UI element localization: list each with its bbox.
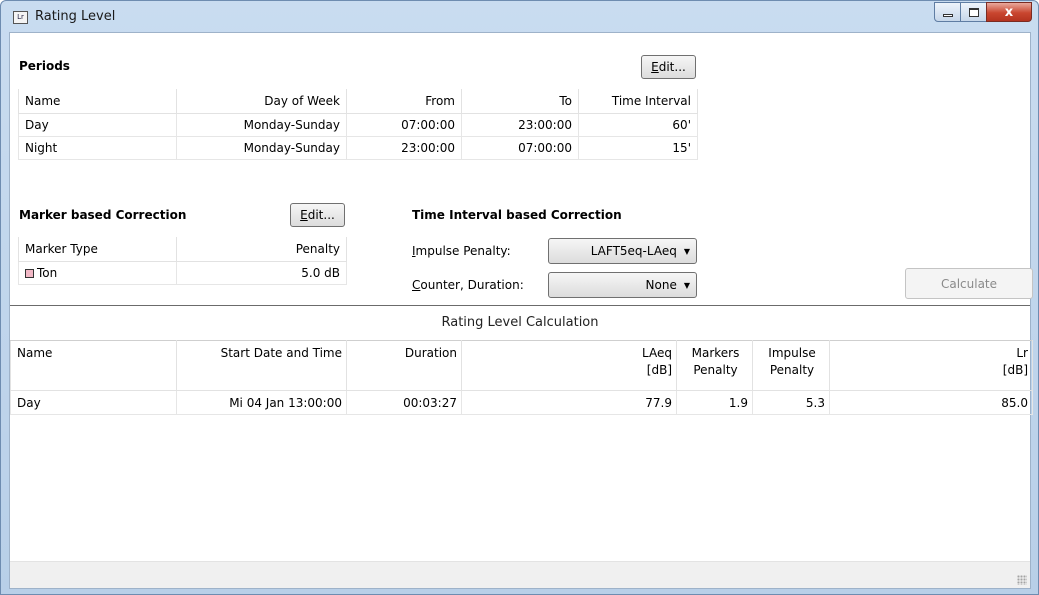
results-col-name[interactable]: Name bbox=[10, 340, 177, 391]
results-col-lr[interactable]: Lr [dB] bbox=[829, 340, 1033, 391]
table-row[interactable]: Day Monday-Sunday 07:00:00 23:00:00 60' bbox=[18, 112, 698, 137]
impulse-penalty-dropdown[interactable]: LAFT5eq-LAeq ▼ bbox=[548, 238, 697, 264]
results-col-markers-sub: Penalty bbox=[693, 363, 738, 377]
result-lr: 85.0 bbox=[829, 390, 1033, 415]
close-icon: x bbox=[1004, 4, 1014, 20]
result-start-date: Mi 04 Jan 13:00:00 bbox=[176, 390, 347, 415]
marker-edit-label: Edit... bbox=[300, 208, 335, 222]
marker-type-cell: Ton bbox=[18, 260, 177, 285]
results-col-laeq[interactable]: LAeq [dB] bbox=[461, 340, 677, 391]
marker-penalty: 5.0 dB bbox=[176, 260, 347, 285]
app-icon: Lr bbox=[13, 11, 28, 24]
table-row[interactable]: Day Mi 04 Jan 13:00:00 00:03:27 77.9 1.9… bbox=[10, 390, 1033, 415]
chevron-down-icon: ▼ bbox=[683, 280, 690, 290]
periods-edit-label: Edit... bbox=[651, 60, 686, 74]
marker-edit-button[interactable]: Edit... bbox=[290, 203, 345, 227]
results-header-row: Name Start Date and Time Duration LAeq [d… bbox=[10, 340, 1033, 391]
caption-buttons: x bbox=[934, 2, 1032, 22]
result-laeq: 77.9 bbox=[461, 390, 677, 415]
counter-duration-value: None bbox=[645, 278, 677, 292]
results-col-impulse-label: Impulse bbox=[768, 346, 816, 360]
impulse-penalty-value: LAFT5eq-LAeq bbox=[590, 244, 677, 258]
rating-level-window: Lr Rating Level x Periods Edit... Name D… bbox=[0, 0, 1039, 595]
calculate-button[interactable]: Calculate bbox=[905, 268, 1033, 299]
minimize-button[interactable] bbox=[934, 2, 961, 22]
results-col-markers-penalty[interactable]: Markers Penalty bbox=[676, 340, 753, 391]
periods-col-day-of-week[interactable]: Day of Week bbox=[176, 89, 347, 114]
periods-heading: Periods bbox=[19, 59, 70, 73]
result-markers-penalty: 1.9 bbox=[676, 390, 753, 415]
result-impulse-penalty: 5.3 bbox=[752, 390, 830, 415]
periods-col-to[interactable]: To bbox=[461, 89, 579, 114]
marker-correction-heading: Marker based Correction bbox=[19, 208, 187, 222]
maximize-button[interactable] bbox=[960, 2, 987, 22]
counter-duration-label: Counter, Duration: bbox=[412, 278, 524, 292]
period-name: Night bbox=[18, 135, 177, 160]
client-area: Periods Edit... Name Day of Week From To… bbox=[9, 32, 1033, 589]
period-time-interval: 60' bbox=[578, 112, 698, 137]
minimize-icon bbox=[942, 14, 953, 17]
result-name: Day bbox=[10, 390, 177, 415]
periods-col-time-interval[interactable]: Time Interval bbox=[578, 89, 698, 114]
results-col-start-date-label: Start Date and Time bbox=[220, 346, 342, 360]
window-title: Rating Level bbox=[35, 9, 116, 24]
period-to: 23:00:00 bbox=[461, 112, 579, 137]
results-col-lr-unit: [dB] bbox=[1002, 363, 1028, 377]
period-to: 07:00:00 bbox=[461, 135, 579, 160]
result-duration: 00:03:27 bbox=[346, 390, 462, 415]
periods-col-name[interactable]: Name bbox=[18, 89, 177, 114]
marker-color-swatch bbox=[25, 268, 34, 278]
results-col-lr-label: Lr bbox=[1016, 346, 1028, 360]
results-col-markers-label: Markers bbox=[691, 346, 740, 360]
period-day-of-week: Monday-Sunday bbox=[176, 135, 347, 160]
status-bar bbox=[10, 561, 1030, 588]
period-day-of-week: Monday-Sunday bbox=[176, 112, 347, 137]
period-from: 23:00:00 bbox=[346, 135, 462, 160]
results-col-laeq-label: LAeq bbox=[642, 346, 672, 360]
maximize-icon bbox=[968, 7, 979, 17]
results-heading: Rating Level Calculation bbox=[441, 315, 599, 330]
periods-edit-button[interactable]: Edit... bbox=[641, 55, 696, 79]
chevron-down-icon: ▼ bbox=[683, 246, 690, 256]
marker-col-type[interactable]: Marker Type bbox=[18, 237, 177, 262]
marker-table: Marker Type Penalty Ton 5.0 dB bbox=[18, 237, 347, 285]
period-from: 07:00:00 bbox=[346, 112, 462, 137]
close-button[interactable]: x bbox=[986, 2, 1032, 22]
results-table: Name Start Date and Time Duration LAeq [d… bbox=[10, 340, 1033, 415]
results-col-impulse-sub: Penalty bbox=[769, 363, 815, 377]
results-col-start-date[interactable]: Start Date and Time bbox=[176, 340, 347, 391]
counter-duration-dropdown[interactable]: None ▼ bbox=[548, 272, 697, 298]
section-divider bbox=[10, 305, 1030, 306]
marker-header-row: Marker Type Penalty bbox=[18, 237, 347, 262]
title-bar[interactable]: Lr Rating Level x bbox=[1, 1, 1038, 33]
periods-table: Name Day of Week From To Time Interval D… bbox=[18, 89, 698, 160]
impulse-penalty-label: Impulse Penalty: bbox=[412, 244, 511, 258]
marker-col-penalty[interactable]: Penalty bbox=[176, 237, 347, 262]
results-col-duration[interactable]: Duration bbox=[346, 340, 462, 391]
period-name: Day bbox=[18, 112, 177, 137]
periods-col-from[interactable]: From bbox=[346, 89, 462, 114]
table-row[interactable]: Ton 5.0 dB bbox=[18, 260, 347, 285]
periods-header-row: Name Day of Week From To Time Interval bbox=[18, 89, 698, 114]
results-col-laeq-unit: [dB] bbox=[646, 363, 672, 377]
marker-type: Ton bbox=[37, 265, 58, 280]
time-interval-correction-heading: Time Interval based Correction bbox=[412, 208, 622, 222]
results-col-duration-label: Duration bbox=[404, 346, 457, 360]
results-col-name-label: Name bbox=[17, 346, 53, 360]
period-time-interval: 15' bbox=[578, 135, 698, 160]
resize-grip-icon[interactable] bbox=[1017, 575, 1027, 585]
results-col-impulse-penalty[interactable]: Impulse Penalty bbox=[752, 340, 830, 391]
table-row[interactable]: Night Monday-Sunday 23:00:00 07:00:00 15… bbox=[18, 135, 698, 160]
